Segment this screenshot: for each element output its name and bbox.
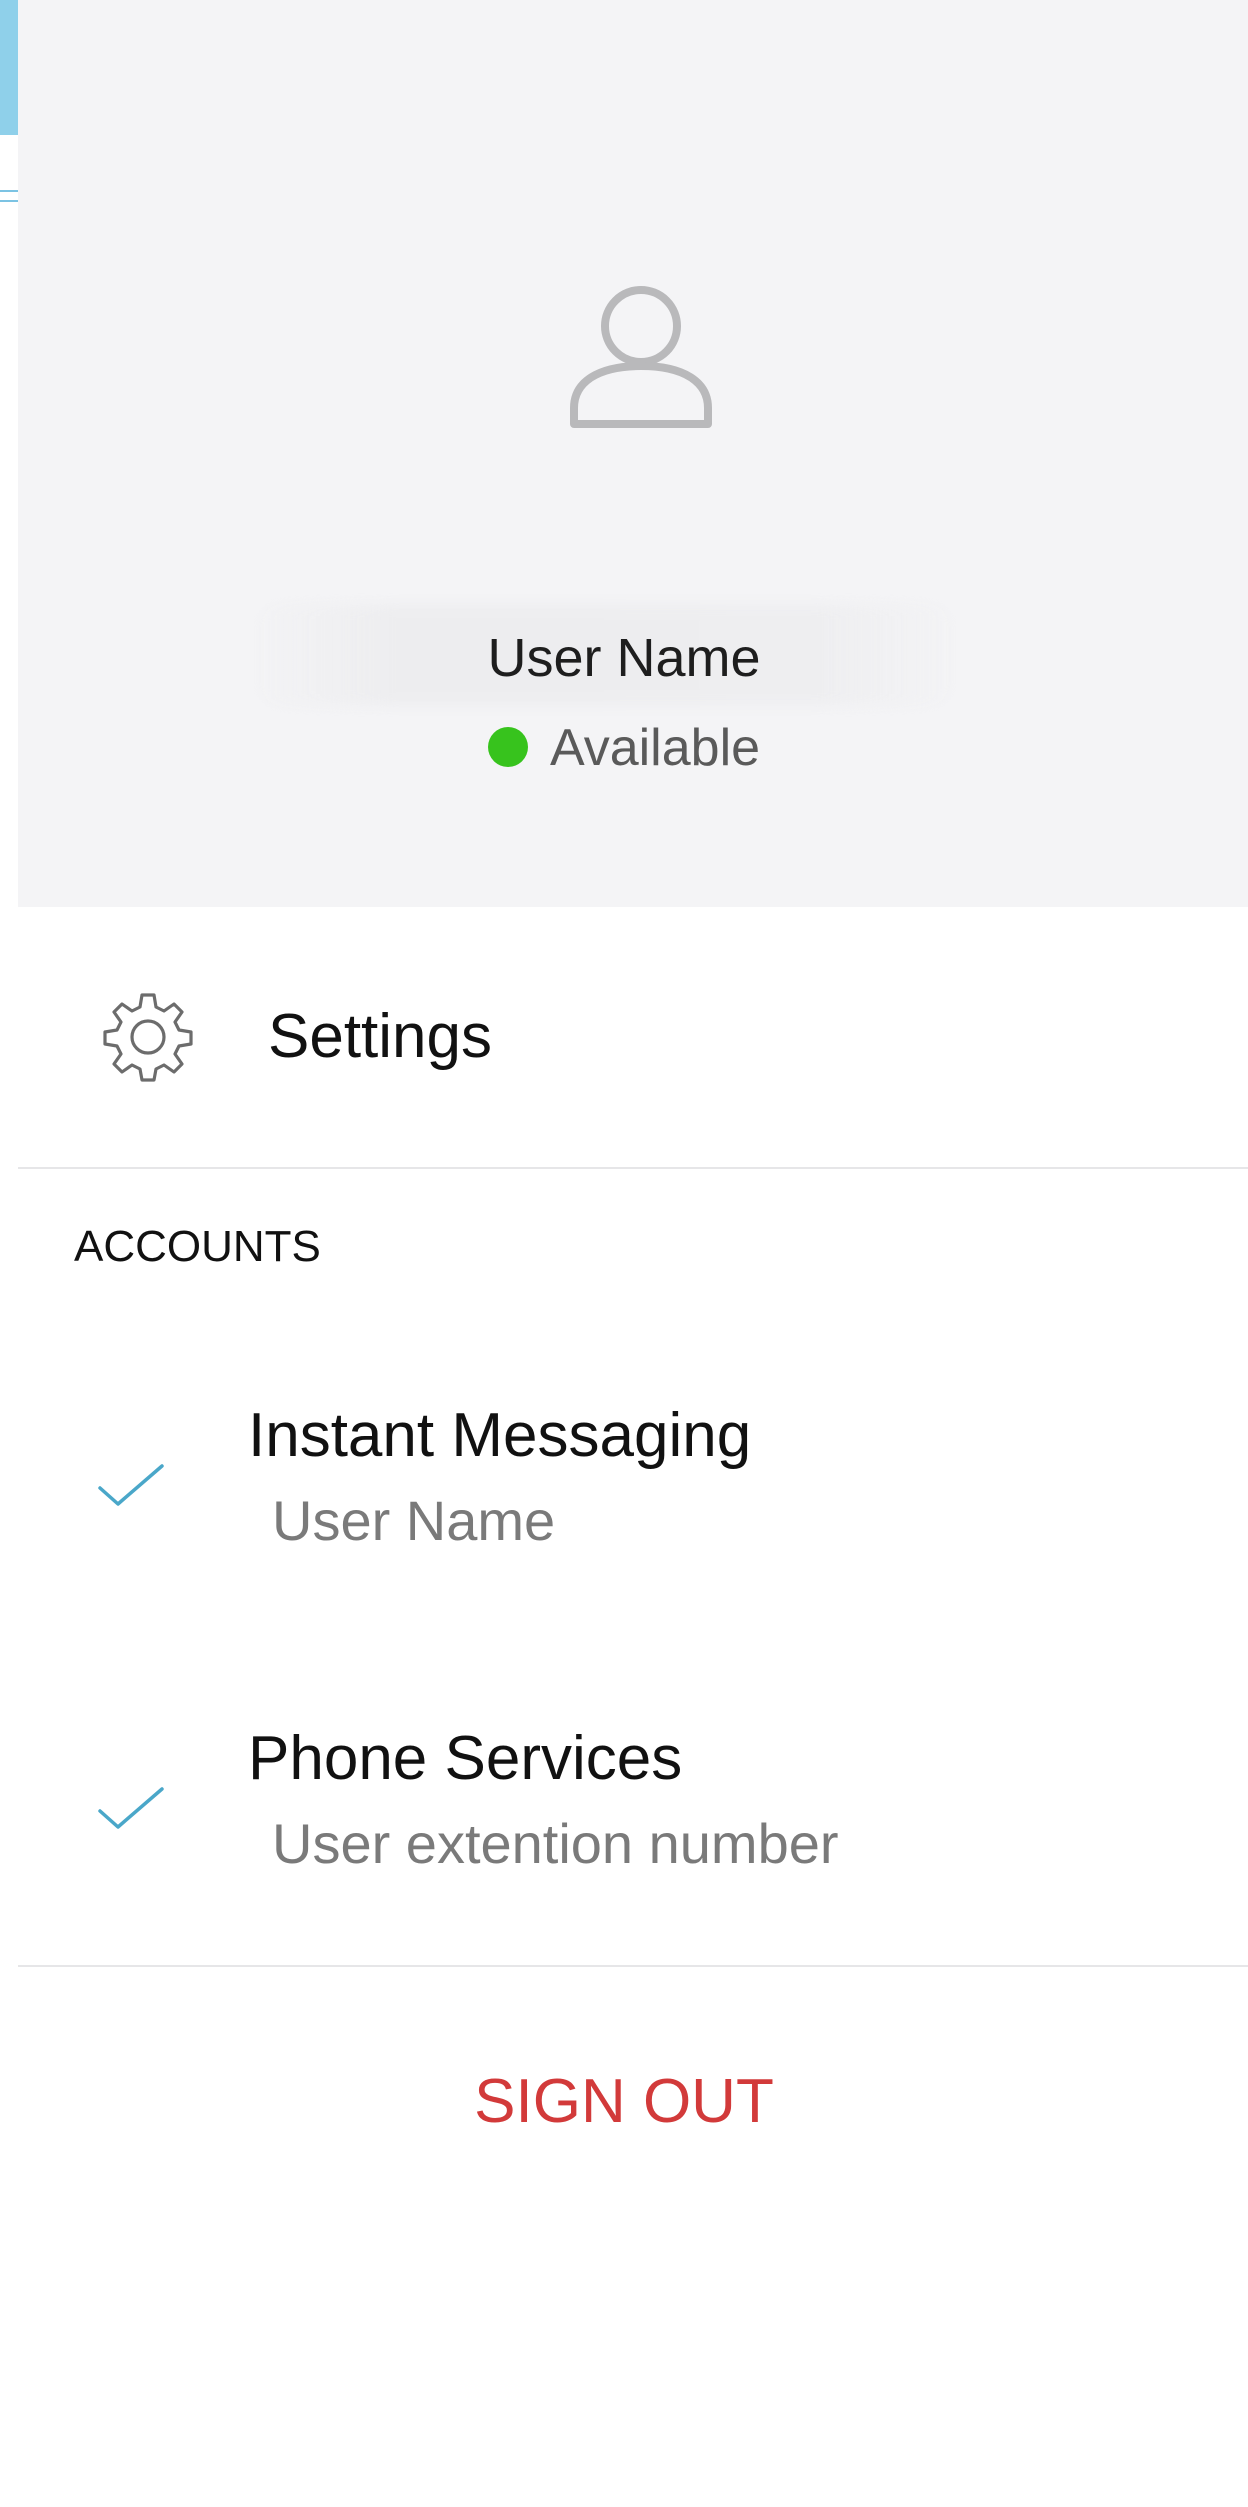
account-drawer: User Name Available Settings ACCOUNTS In…	[0, 0, 1248, 2507]
account-subtitle: User Name	[272, 1489, 556, 1552]
edge-strip	[0, 0, 18, 135]
status-label: Available	[549, 719, 761, 777]
account-subtitle: User extention number	[272, 1812, 839, 1875]
accounts-section-title: ACCOUNTS	[74, 1222, 321, 1271]
presence-status[interactable]: Available	[0, 718, 1248, 778]
divider	[18, 1167, 1248, 1169]
sign-out-button[interactable]: SIGN OUT	[0, 2066, 1248, 2137]
divider	[18, 1965, 1248, 1967]
check-icon	[96, 1460, 166, 1510]
settings-menu-item[interactable]: Settings	[18, 907, 1248, 1167]
gear-icon	[98, 987, 198, 1087]
user-icon[interactable]	[566, 280, 716, 430]
check-icon	[96, 1783, 166, 1833]
status-dot-icon	[487, 727, 528, 768]
settings-label: Settings	[268, 1002, 493, 1071]
account-item-instant-messaging[interactable]: Instant Messaging User Name	[18, 1400, 1248, 1640]
account-title: Instant Messaging	[248, 1401, 752, 1470]
account-title: Phone Services	[248, 1724, 683, 1793]
account-item-phone-services[interactable]: Phone Services User extention number	[18, 1723, 1248, 1963]
user-name: User Name	[487, 628, 761, 688]
